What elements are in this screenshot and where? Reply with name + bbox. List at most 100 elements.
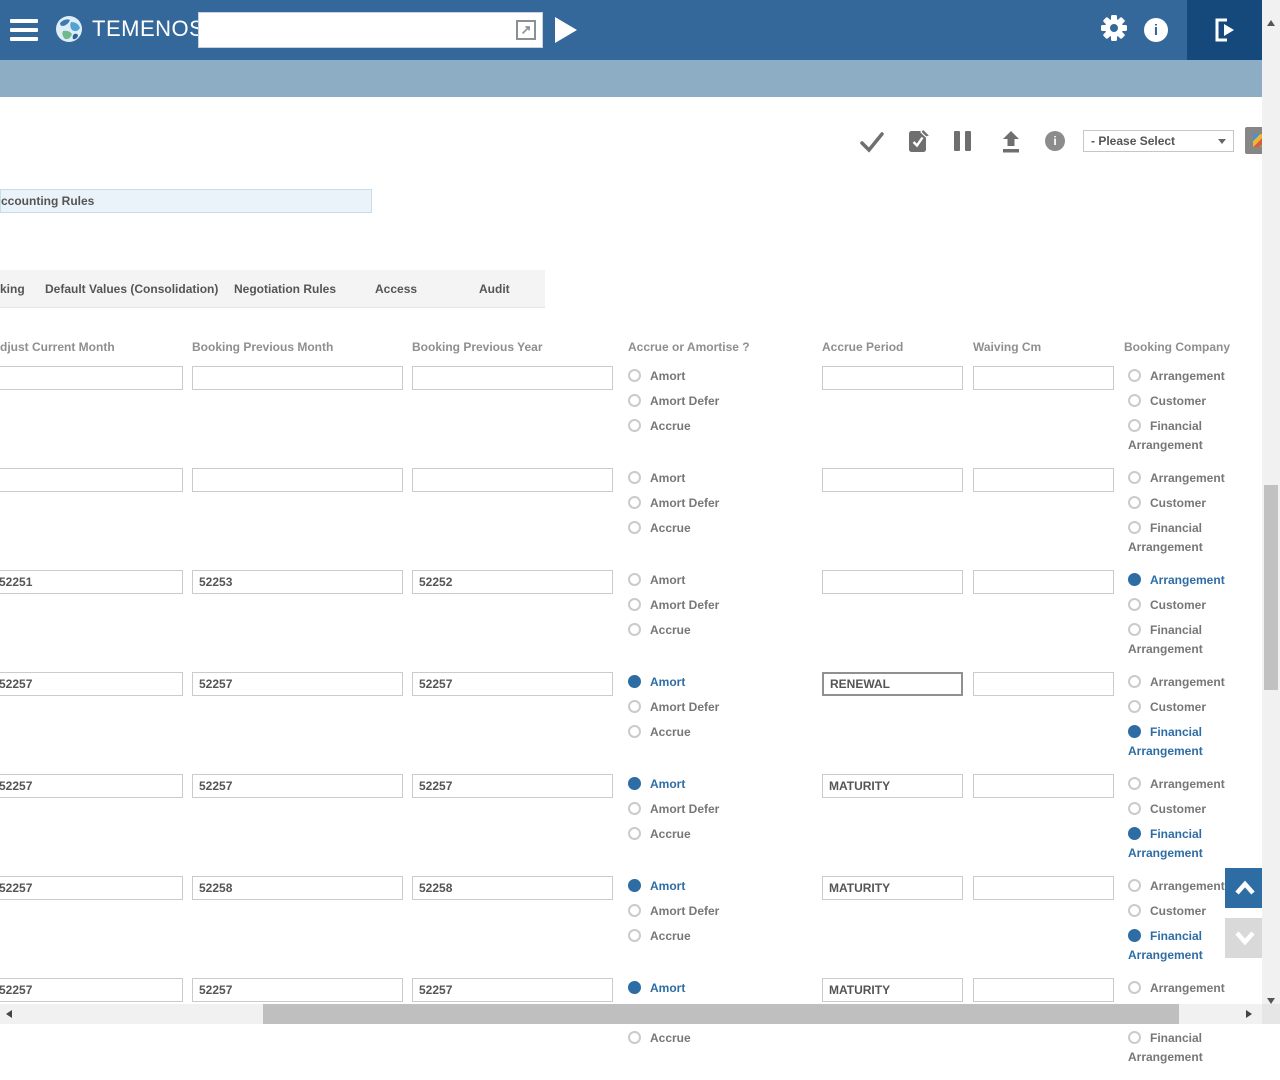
horizontal-scrollbar-thumb[interactable]: [263, 1004, 1179, 1024]
radio-option-amort[interactable]: Amort: [628, 469, 750, 488]
waiving-cm-input[interactable]: [973, 876, 1114, 900]
radio-option-customer[interactable]: Customer: [1128, 392, 1233, 411]
radio-option-amort-defer[interactable]: Amort Defer: [628, 800, 750, 819]
radio-amort-defer-icon[interactable]: [628, 904, 641, 917]
radio-financial-arrangement-icon[interactable]: [1128, 419, 1141, 432]
vertical-scrollbar-thumb[interactable]: [1264, 485, 1278, 690]
waiving-cm-input[interactable]: [973, 978, 1114, 1002]
radio-option-arrangement[interactable]: Arrangement: [1128, 877, 1233, 896]
radio-arrangement-icon[interactable]: [1128, 981, 1141, 994]
waiving-cm-input[interactable]: [973, 672, 1114, 696]
radio-option-accrue[interactable]: Accrue: [628, 1029, 750, 1048]
booking-previous-month-input[interactable]: [192, 978, 403, 1002]
accrue-period-input[interactable]: [822, 570, 963, 594]
radio-option-amort-defer[interactable]: Amort Defer: [628, 392, 750, 411]
booking-previous-year-input[interactable]: [412, 366, 613, 390]
adjust-current-month-input[interactable]: [0, 876, 183, 900]
radio-option-arrangement[interactable]: Arrangement: [1128, 571, 1233, 590]
radio-amort-icon[interactable]: [628, 879, 641, 892]
radio-accrue-icon[interactable]: [628, 419, 641, 432]
radio-arrangement-icon[interactable]: [1128, 471, 1141, 484]
booking-previous-month-input[interactable]: [192, 366, 403, 390]
radio-option-arrangement[interactable]: Arrangement: [1128, 469, 1233, 488]
tab-negotiation-rules[interactable]: Negotiation Rules: [234, 270, 336, 307]
radio-arrangement-icon[interactable]: [1128, 675, 1141, 688]
radio-amort-icon[interactable]: [628, 573, 641, 586]
radio-option-customer[interactable]: Customer: [1128, 596, 1233, 615]
waiving-cm-input[interactable]: [973, 366, 1114, 390]
radio-accrue-icon[interactable]: [628, 521, 641, 534]
radio-option-accrue[interactable]: Accrue: [628, 825, 750, 844]
booking-previous-year-input[interactable]: [412, 978, 613, 1002]
radio-option-customer[interactable]: Customer: [1128, 800, 1233, 819]
radio-customer-icon[interactable]: [1128, 394, 1141, 407]
radio-amort-icon[interactable]: [628, 675, 641, 688]
radio-financial-arrangement-icon[interactable]: [1128, 827, 1141, 840]
radio-option-amort-defer[interactable]: Amort Defer: [628, 596, 750, 615]
booking-previous-month-input[interactable]: [192, 672, 403, 696]
radio-option-financial-arrangement[interactable]: Financial Arrangement: [1128, 723, 1233, 761]
radio-financial-arrangement-icon[interactable]: [1128, 929, 1141, 942]
tab-access[interactable]: Access: [375, 270, 417, 307]
radio-option-arrangement[interactable]: Arrangement: [1128, 673, 1233, 692]
booking-previous-year-input[interactable]: [412, 570, 613, 594]
radio-amort-defer-icon[interactable]: [628, 802, 641, 815]
radio-amort-defer-icon[interactable]: [628, 394, 641, 407]
radio-accrue-icon[interactable]: [628, 929, 641, 942]
launch-icon[interactable]: ↗: [516, 20, 536, 40]
radio-accrue-icon[interactable]: [628, 623, 641, 636]
radio-option-customer[interactable]: Customer: [1128, 494, 1233, 513]
radio-option-accrue[interactable]: Accrue: [628, 723, 750, 742]
radio-option-customer[interactable]: Customer: [1128, 698, 1233, 717]
radio-option-amort[interactable]: Amort: [628, 877, 750, 896]
vertical-scrollbar[interactable]: [1262, 0, 1280, 1024]
booking-previous-month-input[interactable]: [192, 774, 403, 798]
hold-pause-icon[interactable]: [954, 131, 971, 151]
radio-option-amort-defer[interactable]: Amort Defer: [628, 902, 750, 921]
adjust-current-month-input[interactable]: [0, 570, 183, 594]
radio-option-arrangement[interactable]: Arrangement: [1128, 979, 1233, 998]
radio-option-amort-defer[interactable]: Amort Defer: [628, 494, 750, 513]
radio-option-financial-arrangement[interactable]: Financial Arrangement: [1128, 519, 1233, 557]
radio-option-amort[interactable]: Amort: [628, 571, 750, 590]
booking-previous-month-input[interactable]: [192, 876, 403, 900]
radio-option-amort[interactable]: Amort: [628, 979, 750, 998]
accrue-period-input[interactable]: [822, 366, 963, 390]
radio-financial-arrangement-icon[interactable]: [1128, 725, 1141, 738]
accrue-period-input[interactable]: [822, 468, 963, 492]
booking-previous-year-input[interactable]: [412, 672, 613, 696]
radio-accrue-icon[interactable]: [628, 725, 641, 738]
waiving-cm-input[interactable]: [973, 774, 1114, 798]
radio-financial-arrangement-icon[interactable]: [1128, 521, 1141, 534]
info-icon[interactable]: i: [1144, 18, 1168, 42]
radio-option-accrue[interactable]: Accrue: [628, 519, 750, 538]
radio-arrangement-icon[interactable]: [1128, 777, 1141, 790]
radio-option-financial-arrangement[interactable]: Financial Arrangement: [1128, 621, 1233, 659]
adjust-current-month-input[interactable]: [0, 774, 183, 798]
adjust-current-month-input[interactable]: [0, 672, 183, 696]
radio-option-amort[interactable]: Amort: [628, 367, 750, 386]
adjust-current-month-input[interactable]: [0, 366, 183, 390]
validate-document-icon[interactable]: [905, 128, 932, 155]
radio-customer-icon[interactable]: [1128, 496, 1141, 509]
booking-previous-year-input[interactable]: [412, 468, 613, 492]
radio-option-amort[interactable]: Amort: [628, 673, 750, 692]
radio-customer-icon[interactable]: [1128, 598, 1141, 611]
commit-check-icon[interactable]: [858, 128, 885, 155]
radio-financial-arrangement-icon[interactable]: [1128, 623, 1141, 636]
accrue-period-input[interactable]: [822, 978, 963, 1002]
accrue-period-input[interactable]: [822, 876, 963, 900]
radio-arrangement-icon[interactable]: [1128, 369, 1141, 382]
search-input[interactable]: [199, 13, 525, 45]
radio-amort-defer-icon[interactable]: [628, 496, 641, 509]
booking-previous-month-input[interactable]: [192, 570, 403, 594]
accrue-period-input[interactable]: [822, 774, 963, 798]
radio-arrangement-icon[interactable]: [1128, 573, 1141, 586]
hamburger-menu-icon[interactable]: [10, 19, 38, 41]
horizontal-scrollbar[interactable]: [0, 1004, 1262, 1024]
toolbar-info-icon[interactable]: i: [1045, 131, 1065, 151]
radio-amort-icon[interactable]: [628, 777, 641, 790]
radio-amort-icon[interactable]: [628, 981, 641, 994]
radio-option-amort[interactable]: Amort: [628, 775, 750, 794]
tab-booking[interactable]: king: [0, 270, 25, 307]
